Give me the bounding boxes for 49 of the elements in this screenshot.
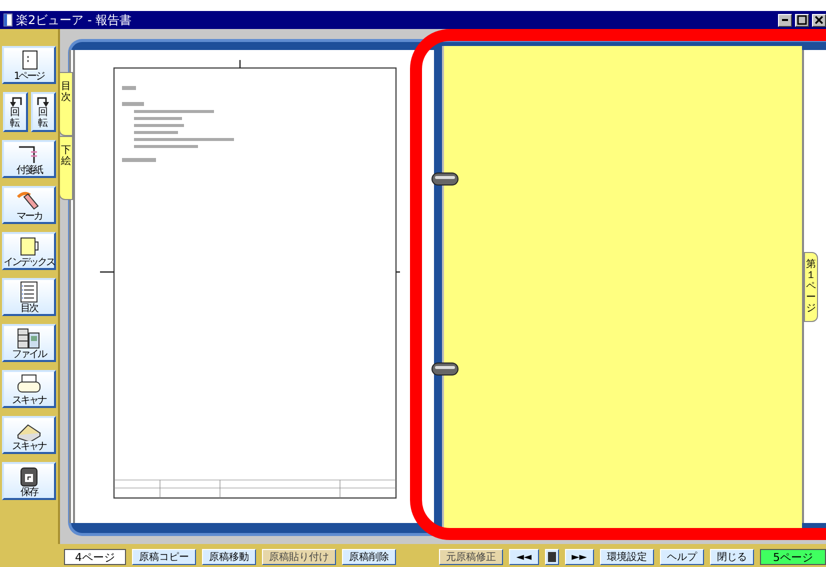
page-number: 5ページ: [760, 548, 826, 564]
tool-label: 保存: [20, 486, 38, 498]
tool-label: ファイル: [12, 348, 46, 360]
maximize-button[interactable]: [795, 14, 809, 26]
footer-button[interactable]: 原稿削除: [342, 548, 396, 564]
index-tab[interactable]: 目次: [60, 72, 73, 136]
tool-button[interactable]: ファイル: [2, 324, 56, 362]
minimize-button[interactable]: [778, 14, 792, 26]
tool-label: スキャナ: [12, 394, 46, 406]
footer-button[interactable]: ヘルプ: [660, 548, 704, 564]
tool-button[interactable]: 目次: [2, 278, 56, 316]
file-cabinet-icon: [16, 326, 42, 348]
tool-label: 目次: [20, 302, 38, 314]
footer-button[interactable]: 環境設定: [600, 548, 654, 564]
footer-button[interactable]: ◄◄: [509, 548, 539, 564]
rotate-right-icon: [36, 95, 50, 107]
binder-ring-icon: [431, 172, 459, 186]
footer-button[interactable]: 閉じる: [710, 548, 754, 564]
stop-button[interactable]: [544, 548, 559, 564]
rotate-left-icon: [8, 95, 22, 107]
window-title: 楽2ビューア - 報告書: [16, 12, 132, 28]
tool-label: スキャナ: [12, 440, 46, 452]
index-tab[interactable]: 第１ページ: [804, 252, 818, 322]
minimize-icon: [782, 19, 788, 21]
footer-button[interactable]: ►►: [564, 548, 594, 564]
tool-button[interactable]: 回転: [30, 92, 56, 132]
index-tab[interactable]: 下絵: [60, 136, 73, 200]
tool-label: 1ページ: [14, 70, 44, 82]
footer-button[interactable]: 原稿移動: [202, 548, 256, 564]
tool-label: 回転: [10, 107, 20, 129]
tool-label: 回転: [38, 107, 48, 129]
tool-button[interactable]: 回転: [2, 92, 28, 132]
maximize-icon: [797, 15, 807, 25]
tool-label: 付箋紙: [16, 164, 42, 176]
footer-button[interactable]: 原稿コピー: [132, 548, 196, 564]
tool-button[interactable]: スキャナ: [2, 370, 56, 408]
tool-button[interactable]: 付箋紙: [2, 140, 56, 178]
page-number: 4ページ: [64, 548, 126, 564]
binder-ring-icon: [431, 362, 459, 376]
book-icon: [3, 13, 13, 27]
close-button[interactable]: [812, 14, 826, 26]
tool-button[interactable]: 保存: [2, 462, 56, 500]
printer-icon: [16, 372, 42, 394]
close-icon: [815, 16, 823, 24]
tool-button[interactable]: スキャナ: [2, 416, 56, 454]
tool-label: マーカ: [16, 210, 42, 222]
stop-icon: [548, 552, 556, 562]
tool-button[interactable]: マーカ: [2, 186, 56, 224]
tool-button[interactable]: 1ページ: [2, 46, 56, 84]
